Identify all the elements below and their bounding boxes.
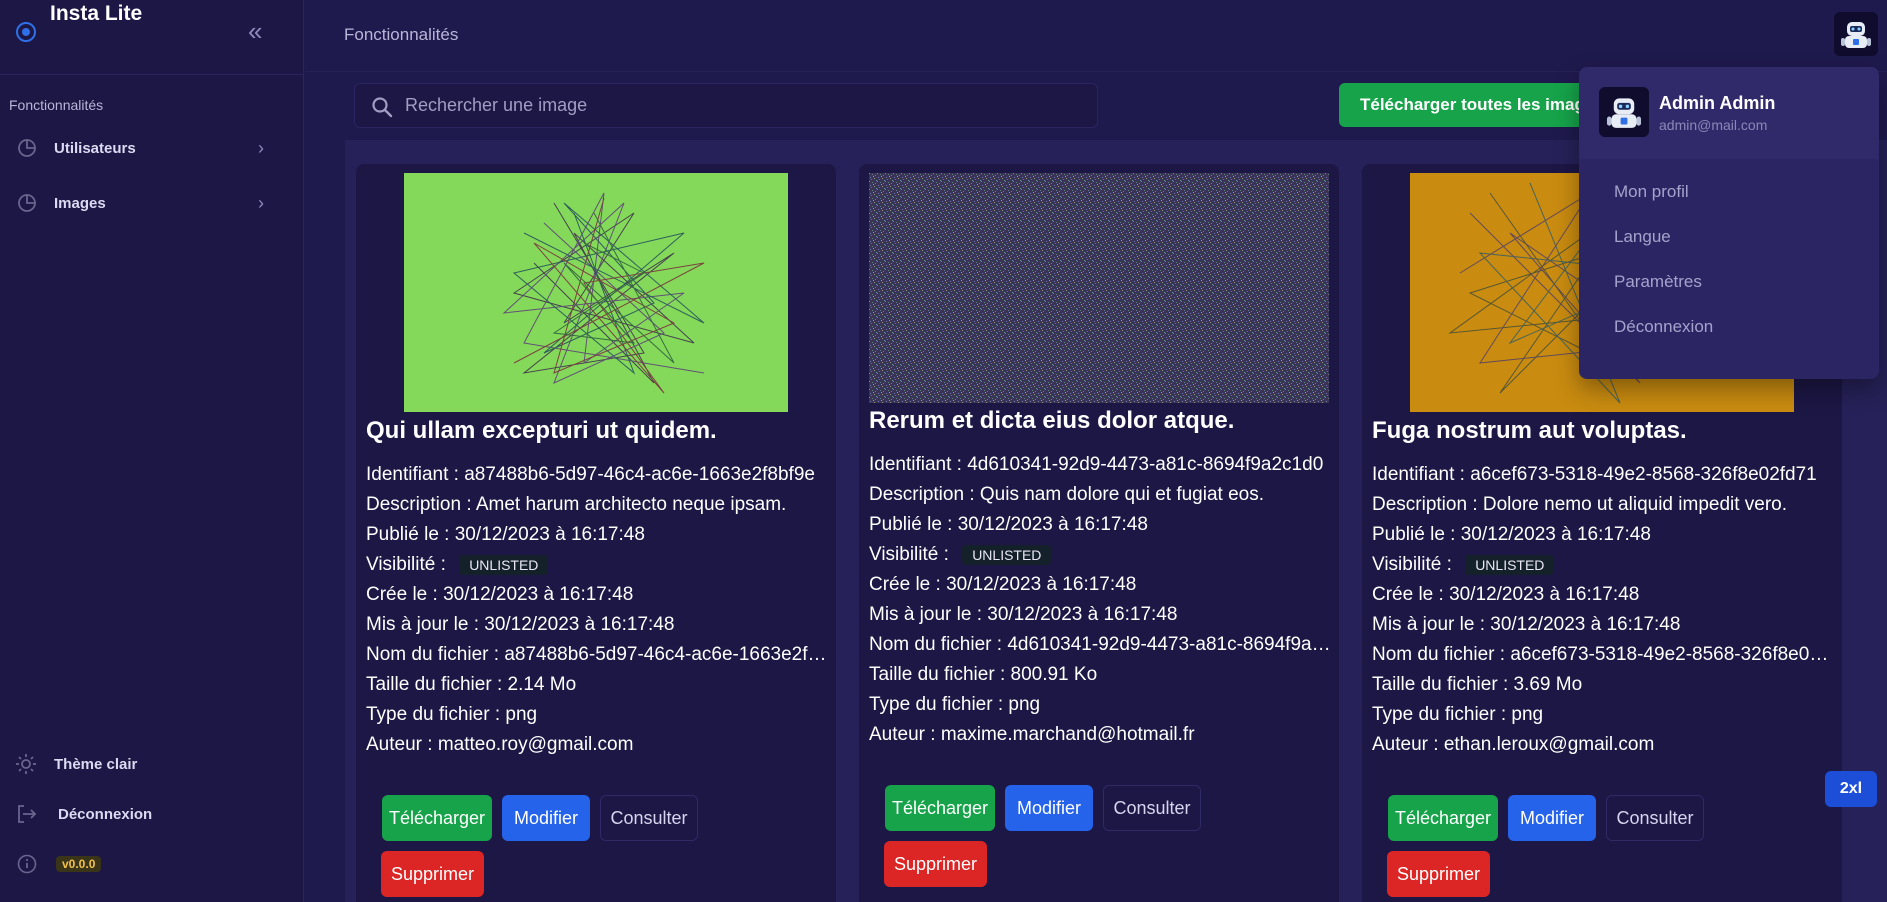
card-updated: Mis à jour le : 30/12/2023 à 16:17:48 [366, 614, 675, 635]
theme-label: Thème clair [54, 755, 138, 773]
robot-avatar-icon [1599, 87, 1649, 137]
delete-button[interactable]: Supprimer [381, 851, 484, 897]
sidebar: Insta Lite « Fonctionnalités Utilisateur… [0, 0, 304, 902]
card-created: Crée le : 30/12/2023 à 16:17:48 [869, 574, 1137, 595]
edit-button[interactable]: Modifier [1508, 795, 1596, 841]
user-menu-header: Admin Admin admin@mail.com [1579, 67, 1879, 159]
brand[interactable] [14, 18, 38, 46]
card-author: Auteur : matteo.roy@gmail.com [366, 734, 634, 755]
image-thumbnail [404, 173, 788, 412]
app-logo-icon [14, 20, 38, 44]
sidebar-item-images[interactable]: Images › [0, 182, 290, 224]
download-button[interactable]: Télécharger [1388, 795, 1498, 841]
user-email: admin@mail.com [1659, 117, 1768, 133]
card-published: Publié le : 30/12/2023 à 16:17:48 [869, 514, 1148, 535]
download-all-button[interactable]: Télécharger toutes les images [1339, 83, 1599, 127]
chevron-right-icon: › [258, 137, 264, 158]
card-title: Qui ullam excepturi ut quidem. [366, 417, 717, 444]
user-name: Admin Admin [1659, 93, 1776, 113]
card-id: Identifiant : 4d610341-92d9-4473-a81c-86… [869, 454, 1324, 475]
breakpoint-badge: 2xl [1825, 771, 1877, 807]
card-description: Description : Dolore nemo ut aliquid imp… [1372, 494, 1788, 515]
breadcrumb: Fonctionnalités [344, 25, 459, 44]
card-filesize: Taille du fichier : 2.14 Mo [366, 674, 577, 695]
delete-button[interactable]: Supprimer [1387, 851, 1490, 897]
view-button[interactable]: Consulter [1103, 785, 1201, 831]
card-author: Auteur : maxime.marchand@hotmail.fr [869, 724, 1195, 745]
collapse-sidebar-icon[interactable]: « [248, 18, 274, 44]
menu-item-language[interactable]: Langue [1614, 227, 1854, 247]
image-preview[interactable] [404, 173, 788, 412]
card-visibility: Visibilité : UNLISTED [366, 554, 828, 576]
card-description: Description : Amet harum architecto nequ… [366, 494, 787, 515]
card-author: Auteur : ethan.leroux@gmail.com [1372, 734, 1655, 755]
user-menu-dropdown: Admin Admin admin@mail.com Mon profil La… [1579, 67, 1879, 379]
edit-button[interactable]: Modifier [1005, 785, 1093, 831]
search-icon [371, 96, 393, 118]
sidebar-item-users[interactable]: Utilisateurs › [0, 127, 290, 169]
card-id: Identifiant : a87488b6-5d97-46c4-ac6e-16… [366, 464, 815, 485]
card-filetype: Type du fichier : png [869, 694, 1041, 715]
topbar: Fonctionnalités [305, 0, 1887, 72]
image-preview[interactable] [869, 173, 1329, 403]
menu-item-logout[interactable]: Déconnexion [1614, 317, 1854, 337]
card-filetype: Type du fichier : png [366, 704, 538, 725]
chevron-right-icon: › [258, 192, 264, 213]
image-thumbnail [869, 173, 1329, 403]
card-updated: Mis à jour le : 30/12/2023 à 16:17:48 [1372, 614, 1681, 635]
card-filename: Nom du fichier : a6cef673-5318-49e2-8568… [1372, 644, 1834, 665]
logout-label: Déconnexion [58, 805, 153, 823]
sidebar-item-label: Images [54, 194, 106, 212]
edit-button[interactable]: Modifier [502, 795, 590, 841]
sidebar-logout[interactable]: Déconnexion [0, 796, 290, 832]
search-input[interactable] [405, 84, 1085, 127]
card-published: Publié le : 30/12/2023 à 16:17:48 [366, 524, 645, 545]
card-filename: Nom du fichier : a87488b6-5d97-46c4-ac6e… [366, 644, 828, 665]
card-visibility: Visibilité : UNLISTED [869, 544, 1331, 566]
card-filename: Nom du fichier : 4d610341-92d9-4473-a81c… [869, 634, 1331, 655]
search-box [354, 83, 1098, 128]
card-visibility: Visibilité : UNLISTED [1372, 554, 1834, 576]
logout-icon [14, 802, 38, 826]
sun-icon [14, 752, 38, 776]
card-published: Publié le : 30/12/2023 à 16:17:48 [1372, 524, 1651, 545]
download-button[interactable]: Télécharger [382, 795, 492, 841]
download-button[interactable]: Télécharger [885, 785, 995, 831]
version-badge: v0.0.0 [56, 856, 102, 872]
robot-avatar-icon [1841, 22, 1871, 48]
sidebar-section-title: Fonctionnalités [9, 97, 104, 113]
card-created: Crée le : 30/12/2023 à 16:17:48 [366, 584, 634, 605]
info-icon [16, 853, 38, 875]
card-filesize: Taille du fichier : 800.91 Ko [869, 664, 1098, 685]
delete-button[interactable]: Supprimer [884, 841, 987, 887]
sidebar-item-label: Utilisateurs [54, 139, 136, 157]
view-button[interactable]: Consulter [600, 795, 698, 841]
pie-chart-icon [16, 137, 38, 159]
card-updated: Mis à jour le : 30/12/2023 à 16:17:48 [869, 604, 1178, 625]
visibility-badge: UNLISTED [1465, 554, 1555, 575]
card-title: Rerum et dicta eius dolor atque. [869, 407, 1235, 434]
card-title: Fuga nostrum aut voluptas. [1372, 417, 1687, 444]
card-created: Crée le : 30/12/2023 à 16:17:48 [1372, 584, 1640, 605]
visibility-badge: UNLISTED [459, 554, 549, 575]
visibility-badge: UNLISTED [962, 544, 1052, 565]
app-name: Insta Lite [50, 2, 143, 25]
sidebar-divider [0, 74, 304, 75]
pie-chart-icon [16, 192, 38, 214]
theme-toggle[interactable]: Thème clair [0, 746, 290, 782]
menu-item-settings[interactable]: Paramètres [1614, 272, 1854, 292]
view-button[interactable]: Consulter [1606, 795, 1704, 841]
card-description: Description : Quis nam dolore qui et fug… [869, 484, 1264, 505]
card-id: Identifiant : a6cef673-5318-49e2-8568-32… [1372, 464, 1817, 485]
user-avatar-button[interactable] [1834, 12, 1878, 56]
card-filetype: Type du fichier : png [1372, 704, 1544, 725]
menu-item-profile[interactable]: Mon profil [1614, 182, 1854, 202]
card-filesize: Taille du fichier : 3.69 Mo [1372, 674, 1583, 695]
